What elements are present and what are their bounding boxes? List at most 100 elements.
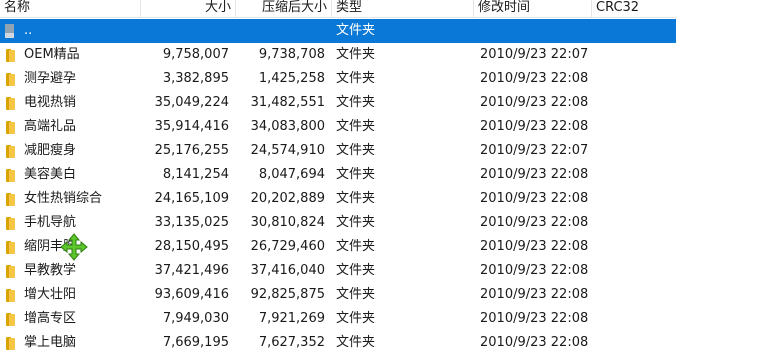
list-item[interactable]: OEM精品 9,758,007 9,738,708 文件夹 2010/9/23 22:0…: [0, 43, 676, 67]
row-modified: 2010/9/23 22:08: [480, 119, 589, 134]
row-name: 电视热销: [24, 95, 77, 110]
row-modified: 2010/9/23 22:08: [480, 191, 589, 206]
row-name: 早教教学: [24, 263, 77, 278]
row-crc32: [592, 67, 676, 91]
row-name: 女性热销综合: [24, 191, 103, 206]
folder-icon: [6, 313, 16, 326]
row-size: 33,135,025: [154, 215, 229, 230]
row-size: 3,382,895: [162, 71, 229, 86]
row-type: 文件夹: [336, 71, 376, 86]
row-type: 文件夹: [336, 239, 376, 254]
column-header-type[interactable]: 类型: [332, 0, 474, 17]
row-modified: 2010/9/23 22:08: [480, 263, 589, 278]
row-type: 文件夹: [336, 167, 376, 182]
row-crc32: [592, 283, 676, 307]
row-name: ..: [24, 23, 33, 38]
folder-icon: [6, 217, 16, 230]
row-name: 增大壮阳: [24, 287, 77, 302]
folder-icon: [6, 49, 16, 62]
column-header-size[interactable]: 大小: [141, 0, 236, 17]
row-crc32: [592, 163, 676, 187]
row-crc32: [592, 307, 676, 331]
row-crc32: [592, 91, 676, 115]
row-size: 24,165,109: [154, 191, 229, 206]
row-compressed-size: 34,083,800: [250, 119, 325, 134]
list-item[interactable]: 缩阴丰胸 28,150,495 26,729,460 文件夹 2010/9/23 22:…: [0, 235, 676, 259]
folder-icon: [6, 73, 16, 86]
list-item[interactable]: 掌上电脑 7,669,195 7,627,352 文件夹 2010/9/23 22:08: [0, 331, 676, 355]
row-size: 35,914,416: [154, 119, 229, 134]
parent-folder-icon: [5, 24, 15, 38]
row-compressed-size: 37,416,040: [250, 263, 325, 278]
column-header-compressed-size[interactable]: 压缩后大小: [236, 0, 332, 17]
row-type: 文件夹: [336, 335, 376, 350]
row-compressed-size: 9,738,708: [258, 47, 325, 62]
row-name: 测孕避孕: [24, 71, 77, 86]
row-type: 文件夹: [336, 215, 376, 230]
column-header-name[interactable]: 名称: [0, 0, 141, 17]
row-crc32: [592, 331, 676, 355]
row-name: 掌上电脑: [24, 335, 77, 350]
row-name: 美容美白: [24, 167, 77, 182]
row-crc32: [592, 43, 676, 67]
list-item[interactable]: 测孕避孕 3,382,895 1,425,258 文件夹 2010/9/23 22:08: [0, 67, 676, 91]
list-item[interactable]: 电视热销 35,049,224 31,482,551 文件夹 2010/9/23 22:…: [0, 91, 676, 115]
row-size: 7,669,195: [162, 335, 229, 350]
row-crc32: [592, 139, 676, 163]
row-type: 文件夹: [336, 263, 376, 278]
row-type: 文件夹: [336, 119, 376, 134]
list-item[interactable]: 增高专区 7,949,030 7,921,269 文件夹 2010/9/23 22:08: [0, 307, 676, 331]
row-crc32: [592, 235, 676, 259]
folder-icon: [6, 169, 16, 182]
row-name: 减肥瘦身: [24, 143, 77, 158]
row-crc32: [592, 115, 676, 139]
list-item[interactable]: 手机导航 33,135,025 30,810,824 文件夹 2010/9/23 22:…: [0, 211, 676, 235]
list-item[interactable]: 女性热销综合 24,165,109 20,202,889 文件夹 2010/9/23 2…: [0, 187, 676, 211]
row-type: 文件夹: [336, 47, 376, 62]
list-item[interactable]: 高端礼品 35,914,416 34,083,800 文件夹 2010/9/23 22:…: [0, 115, 676, 139]
folder-icon: [6, 193, 16, 206]
row-size: 28,150,495: [154, 239, 229, 254]
row-size: 25,176,255: [154, 143, 229, 158]
row-size: 35,049,224: [154, 95, 229, 110]
row-modified: 2010/9/23 22:08: [480, 95, 589, 110]
list-item[interactable]: 减肥瘦身 25,176,255 24,574,910 文件夹 2010/9/23 22:…: [0, 139, 676, 163]
list-item[interactable]: 增大壮阳 93,609,416 92,825,875 文件夹 2010/9/23 22:…: [0, 283, 676, 307]
column-header-crc32[interactable]: CRC32: [592, 0, 676, 17]
folder-icon: [6, 289, 16, 302]
row-type: 文件夹: [336, 23, 376, 38]
list-item[interactable]: 美容美白 8,141,254 8,047,694 文件夹 2010/9/23 22:08: [0, 163, 676, 187]
row-name: 手机导航: [24, 215, 77, 230]
row-compressed-size: 92,825,875: [250, 287, 325, 302]
column-header-modified[interactable]: 修改时间: [474, 0, 592, 17]
file-list: .. 文件夹 OEM精品 9,758,007 9,738,708 文件夹 2010/9/…: [0, 19, 676, 355]
row-name: 增高专区: [24, 311, 77, 326]
folder-icon: [6, 97, 16, 110]
row-compressed-size: 31,482,551: [250, 95, 325, 110]
row-modified: 2010/9/23 22:08: [480, 239, 589, 254]
row-compressed-size: 30,810,824: [250, 215, 325, 230]
row-compressed-size: 1,425,258: [258, 71, 325, 86]
folder-icon: [6, 241, 16, 254]
column-header: 名称 大小 压缩后大小 类型 修改时间 CRC32: [0, 0, 676, 18]
row-type: 文件夹: [336, 311, 376, 326]
row-type: 文件夹: [336, 191, 376, 206]
parent-directory-row[interactable]: .. 文件夹: [0, 19, 676, 43]
list-item[interactable]: 早教教学 37,421,496 37,416,040 文件夹 2010/9/23 22:…: [0, 259, 676, 283]
row-name: OEM精品: [24, 47, 80, 62]
row-size: 8,141,254: [162, 167, 229, 182]
move-cursor-icon: [60, 233, 88, 261]
folder-icon: [6, 265, 16, 278]
row-crc32: [592, 187, 676, 211]
row-crc32: [592, 259, 676, 283]
folder-icon: [6, 337, 16, 350]
row-compressed-size: 24,574,910: [250, 143, 325, 158]
row-compressed-size: 26,729,460: [250, 239, 325, 254]
row-compressed-size: 7,627,352: [258, 335, 325, 350]
row-modified: 2010/9/23 22:08: [480, 215, 589, 230]
row-compressed-size: 8,047,694: [258, 167, 325, 182]
row-type: 文件夹: [336, 143, 376, 158]
row-modified: 2010/9/23 22:07: [480, 143, 589, 158]
row-modified: 2010/9/23 22:08: [480, 311, 589, 326]
row-size: 7,949,030: [162, 311, 229, 326]
